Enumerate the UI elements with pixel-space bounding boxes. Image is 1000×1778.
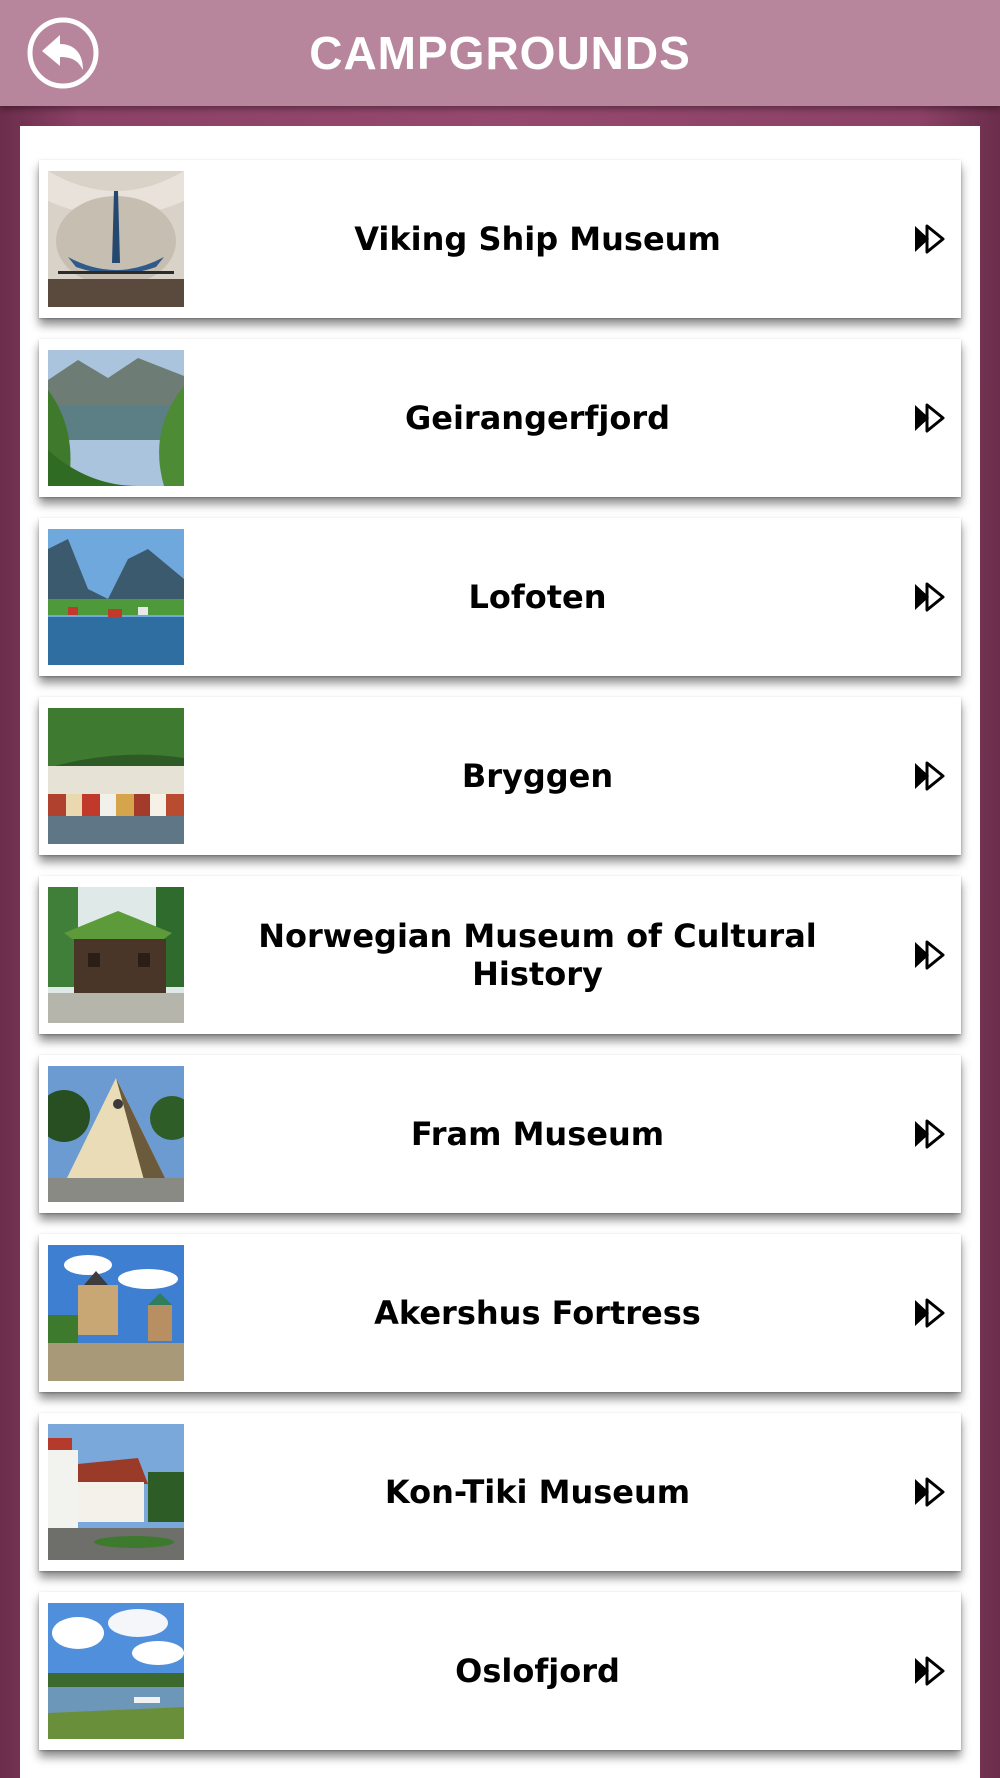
list-item[interactable]: Viking Ship Museum: [39, 160, 961, 318]
content-panel: Viking Ship Museum Geirangerfjord Lofote…: [20, 126, 980, 1778]
double-chevron-right-icon: [915, 403, 945, 433]
double-chevron-right-icon: [915, 761, 945, 791]
item-label: Lofoten: [468, 578, 607, 616]
item-label: Fram Museum: [410, 1115, 665, 1153]
double-chevron-right-icon: [915, 940, 945, 970]
double-chevron-right-icon: [915, 224, 945, 254]
list-item[interactable]: Oslofjord: [39, 1592, 961, 1750]
list-item[interactable]: Fram Museum: [39, 1055, 961, 1213]
item-label: Oslofjord: [455, 1652, 620, 1690]
item-label: Kon-Tiki Museum: [384, 1473, 691, 1511]
kon-tiki-thumbnail: [48, 1424, 184, 1560]
double-chevron-right-icon: [915, 1298, 945, 1328]
oslofjord-thumbnail: [48, 1603, 184, 1739]
page-title: CAMPGROUNDS: [309, 27, 691, 79]
double-chevron-right-icon: [915, 1119, 945, 1149]
app-header: CAMPGROUNDS: [0, 0, 1000, 106]
place-list: Viking Ship Museum Geirangerfjord Lofote…: [39, 160, 961, 1771]
list-item[interactable]: Akershus Fortress: [39, 1234, 961, 1392]
list-item[interactable]: Lofoten: [39, 518, 961, 676]
item-label: Viking Ship Museum: [354, 220, 721, 258]
item-label: Akershus Fortress: [374, 1294, 701, 1332]
double-chevron-right-icon: [915, 582, 945, 612]
list-item[interactable]: Geirangerfjord: [39, 339, 961, 497]
double-chevron-right-icon: [915, 1477, 945, 1507]
list-item[interactable]: Bryggen: [39, 697, 961, 855]
list-item[interactable]: Norwegian Museum of Cultural History: [39, 876, 961, 1034]
item-label: Geirangerfjord: [404, 399, 671, 437]
viking-ship-thumbnail: [48, 171, 184, 307]
item-label: Bryggen: [461, 757, 614, 795]
item-label: Norwegian Museum of Cultural History: [258, 917, 817, 993]
fram-museum-thumbnail: [48, 1066, 184, 1202]
double-chevron-right-icon: [915, 1656, 945, 1686]
cultural-history-thumbnail: [48, 887, 184, 1023]
akershus-thumbnail: [48, 1245, 184, 1381]
fjord-thumbnail: [48, 350, 184, 486]
lofoten-thumbnail: [48, 529, 184, 665]
list-item[interactable]: Kon-Tiki Museum: [39, 1413, 961, 1571]
bryggen-thumbnail: [48, 708, 184, 844]
